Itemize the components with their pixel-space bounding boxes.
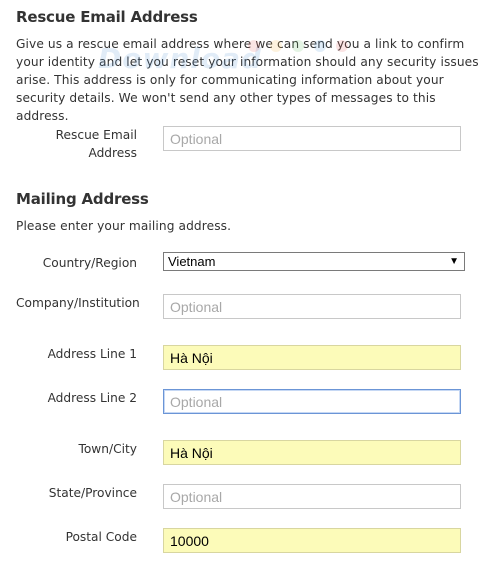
rescue-email-input[interactable] — [163, 126, 461, 151]
postal-code-input[interactable] — [163, 528, 461, 553]
address-line-1-input[interactable] — [163, 345, 461, 370]
address-line-1-label: Address Line 1 — [47, 347, 137, 361]
rescue-email-section-title: Rescue Email Address — [16, 8, 198, 26]
state-province-input[interactable] — [163, 484, 461, 509]
address-line-2-input[interactable] — [163, 389, 461, 414]
rescue-email-description: Give us a rescue email address where we … — [16, 37, 479, 123]
dropdown-arrow-icon: ▼ — [449, 256, 459, 267]
mailing-address-description: Please enter your mailing address. — [16, 219, 232, 233]
rescue-email-label: Rescue Email Address — [55, 128, 137, 160]
postal-code-label: Postal Code — [65, 530, 137, 544]
state-province-label: State/Province — [48, 486, 137, 500]
country-region-select[interactable]: Vietnam ▼ — [163, 252, 465, 271]
company-institution-input[interactable] — [163, 294, 461, 319]
town-city-input[interactable] — [163, 440, 461, 465]
country-region-value: Vietnam — [168, 254, 216, 269]
company-institution-label: Company/Institution — [16, 296, 140, 310]
town-city-label: Town/City — [78, 442, 137, 456]
mailing-address-section-title: Mailing Address — [16, 190, 149, 208]
country-region-label: Country/Region — [42, 256, 137, 270]
address-line-2-label: Address Line 2 — [47, 391, 137, 405]
